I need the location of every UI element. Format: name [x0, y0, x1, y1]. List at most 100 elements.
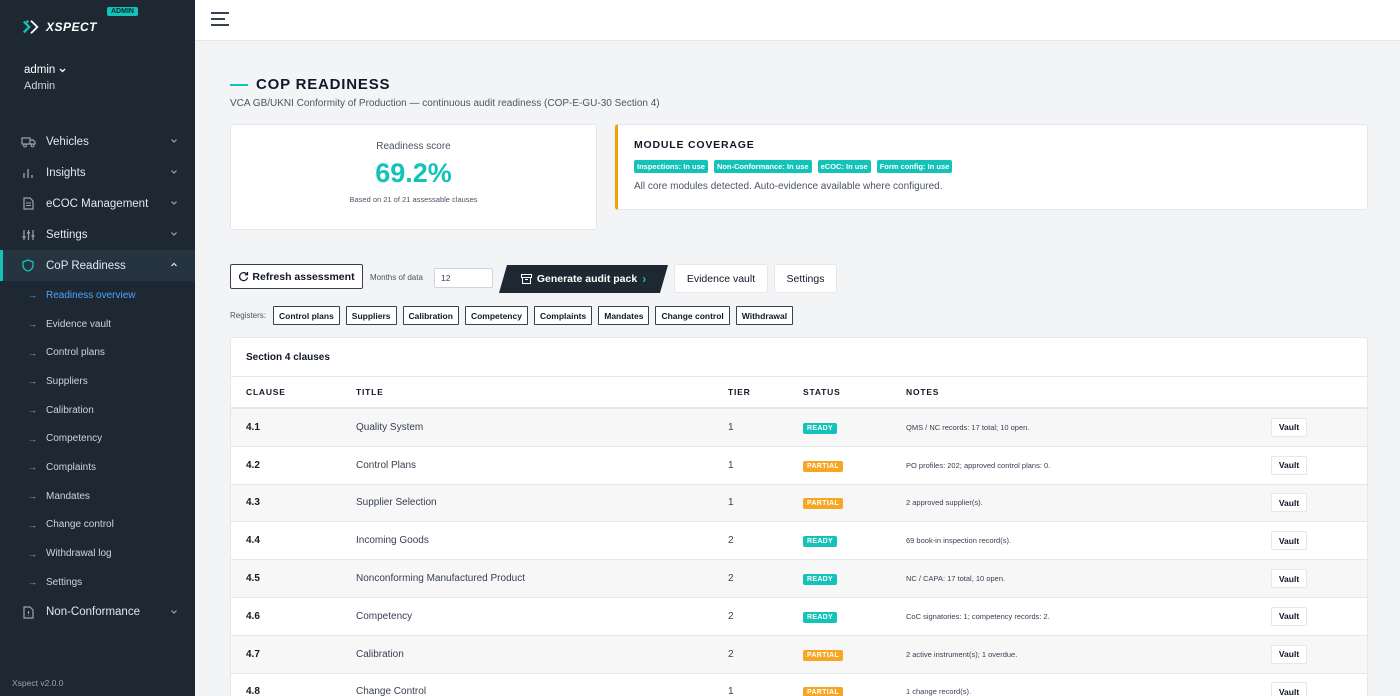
refresh-assessment-button[interactable]: Refresh assessment — [230, 264, 363, 289]
cell-notes: 1 change record(s). — [906, 687, 972, 696]
sidebar: XSPECT ADMIN admin Admin Vehicles Insigh… — [0, 0, 195, 696]
row-vault-button[interactable]: Vault — [1271, 531, 1307, 551]
chevron-down-icon — [171, 170, 177, 174]
subnav-item-calibration[interactable]: → Calibration — [0, 396, 195, 425]
row-vault-button[interactable]: Vault — [1271, 455, 1307, 475]
col-header-clause: CLAUSE — [246, 387, 286, 397]
coverage-note: All core modules detected. Auto-evidence… — [634, 181, 943, 192]
table-body: 4.1 Quality System 1 READY QMS / NC reco… — [231, 409, 1367, 696]
arrow-right-icon: → — [28, 347, 37, 358]
subnav-item-competency[interactable]: → Competency — [0, 424, 195, 453]
registers-bar: Registers: Control plans Suppliers Calib… — [230, 306, 794, 325]
row-vault-button[interactable]: Vault — [1271, 569, 1307, 589]
user-name: admin — [24, 64, 56, 76]
score-note: Based on 21 of 21 assessable clauses — [349, 195, 478, 204]
months-of-data-input[interactable]: 12 — [434, 268, 493, 288]
readiness-score-card: Readiness score 69.2% Based on 21 of 21 … — [230, 124, 597, 230]
cell-title: Calibration — [356, 648, 404, 660]
sidebar-item-ecoc-management[interactable]: eCOC Management — [0, 188, 195, 219]
coverage-badge: Non-Conformance: In use — [713, 160, 812, 173]
subnav-item-evidence-vault[interactable]: → Evidence vault — [0, 310, 195, 339]
status-badge: READY — [803, 574, 838, 586]
register-withdrawal-button[interactable]: Withdrawal — [735, 306, 794, 325]
subnav-item-withdrawal-log[interactable]: → Withdrawal log — [0, 539, 195, 568]
subnav-item-label: Suppliers — [46, 375, 88, 387]
cell-title: Control Plans — [356, 459, 417, 471]
brand-logo[interactable]: XSPECT — [22, 18, 97, 36]
truck-icon — [20, 134, 36, 150]
score-label: Readiness score — [376, 141, 451, 152]
cell-title: Incoming Goods — [356, 535, 429, 547]
register-suppliers-button[interactable]: Suppliers — [345, 306, 397, 325]
coverage-badge: eCOC: In use — [817, 160, 871, 173]
register-competency-button[interactable]: Competency — [464, 306, 528, 325]
arrow-right-icon: → — [28, 433, 37, 444]
bar-chart-icon — [20, 165, 36, 181]
sidebar-item-vehicles[interactable]: Vehicles — [0, 126, 195, 157]
col-header-title: TITLE — [356, 387, 384, 397]
arrow-right-icon: → — [28, 319, 37, 330]
chevron-down-icon — [171, 232, 177, 236]
refresh-icon — [239, 272, 249, 282]
user-menu[interactable]: admin Admin — [24, 64, 66, 92]
col-header-tier: TIER — [728, 387, 751, 397]
sidebar-item-cop-readiness[interactable]: CoP Readiness — [0, 250, 195, 281]
chevron-down-icon — [171, 201, 177, 205]
document-icon — [20, 196, 36, 212]
subnav-item-complaints[interactable]: → Complaints — [0, 453, 195, 482]
row-vault-button[interactable]: Vault — [1271, 606, 1307, 626]
menu-toggle-icon[interactable] — [211, 12, 229, 26]
sidebar-item-insights[interactable]: Insights — [0, 157, 195, 188]
cell-notes: QMS / NC records: 17 total; 10 open. — [906, 422, 1030, 432]
row-vault-button[interactable]: Vault — [1271, 417, 1307, 437]
register-control-plans-button[interactable]: Control plans — [273, 306, 340, 325]
row-vault-button[interactable]: Vault — [1271, 644, 1307, 664]
row-vault-button[interactable]: Vault — [1271, 682, 1307, 696]
sliders-icon — [20, 227, 36, 243]
subnav-item-readiness-overview[interactable]: → Readiness overview — [0, 281, 195, 310]
chevron-down-icon — [171, 139, 177, 143]
register-complaints-button[interactable]: Complaints — [533, 306, 593, 325]
subnav-item-suppliers[interactable]: → Suppliers — [0, 367, 195, 396]
table-row: 4.2 Control Plans 1 PARTIAL PO profiles:… — [231, 447, 1367, 485]
coverage-badges: Inspections: In use Non-Conformance: In … — [634, 160, 1351, 173]
cell-tier: 2 — [728, 610, 734, 622]
subnav-item-change-control[interactable]: → Change control — [0, 511, 195, 540]
arrow-right-icon: → — [28, 519, 37, 530]
subnav-item-mandates[interactable]: → Mandates — [0, 482, 195, 511]
generate-audit-pack-label: Generate audit pack — [536, 273, 638, 285]
register-calibration-button[interactable]: Calibration — [402, 306, 459, 325]
cell-title: Competency — [356, 610, 413, 622]
arrow-right-icon: → — [28, 405, 37, 416]
generate-audit-pack-button[interactable]: Generate audit pack › — [499, 265, 668, 293]
cell-notes: 2 active instrument(s); 1 overdue. — [906, 649, 1018, 659]
admin-badge: ADMIN — [107, 7, 138, 16]
evidence-vault-button[interactable]: Evidence vault — [674, 264, 768, 293]
register-mandates-button[interactable]: Mandates — [598, 306, 650, 325]
status-badge: PARTIAL — [803, 460, 843, 472]
table-row: 4.4 Incoming Goods 2 READY 69 book-in in… — [231, 522, 1367, 561]
sidebar-item-settings[interactable]: Settings — [0, 219, 195, 250]
sidebar-item-label: Insights — [46, 166, 86, 179]
arrow-right-icon: → — [28, 577, 37, 588]
status-badge: PARTIAL — [803, 687, 843, 696]
status-badge: READY — [803, 536, 838, 548]
page-subtitle: VCA GB/UKNI Conformity of Production — c… — [230, 98, 660, 109]
page-title-text: COP READINESS — [256, 76, 391, 93]
cell-tier: 2 — [728, 648, 734, 660]
subnav-item-control-plans[interactable]: → Control plans — [0, 338, 195, 367]
subnav-item-settings[interactable]: → Settings — [0, 568, 195, 597]
sidebar-item-label: CoP Readiness — [46, 259, 126, 272]
sidebar-item-label: Vehicles — [46, 135, 89, 148]
cell-clause: 4.7 — [246, 648, 260, 660]
topbar — [195, 0, 1400, 41]
register-change-control-button[interactable]: Change control — [655, 306, 730, 325]
user-role: Admin — [24, 80, 56, 92]
arrow-right-icon: → — [28, 548, 37, 559]
row-vault-button[interactable]: Vault — [1271, 493, 1307, 513]
sidebar-item-non-conformance[interactable]: Non-Conformance — [0, 597, 195, 628]
sidebar-item-label: Non-Conformance — [46, 606, 140, 619]
cell-notes: NC / CAPA: 17 total, 10 open. — [906, 574, 1006, 584]
settings-button[interactable]: Settings — [774, 264, 837, 293]
cell-clause: 4.1 — [246, 421, 260, 433]
